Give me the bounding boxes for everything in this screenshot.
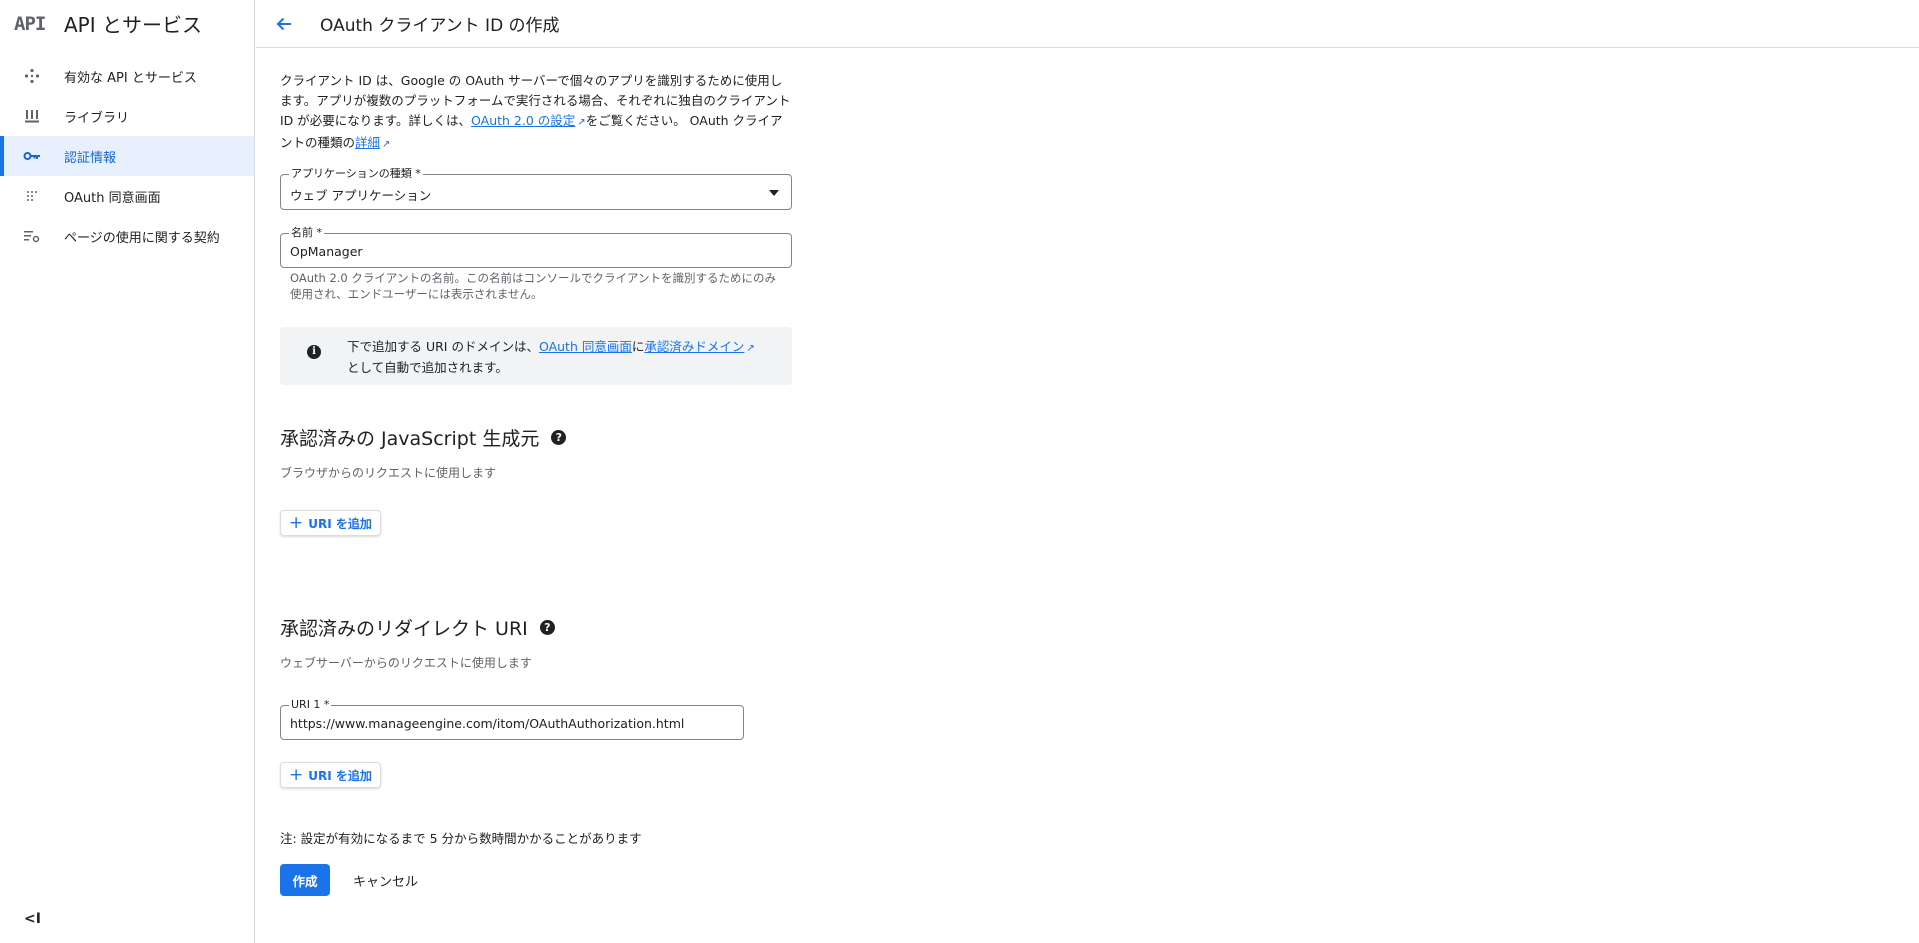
info-box: i 下で追加する URI のドメインは、OAuth 同意画面に承認済みドメイン ↗… xyxy=(280,327,792,385)
sidebar-title: API とサービス xyxy=(64,13,202,37)
oauth-consent-link[interactable]: OAuth 同意画面 xyxy=(539,339,632,354)
sidebar-item-page-usage-agreements[interactable]: ページの使用に関する契約 xyxy=(0,216,254,256)
create-button[interactable]: 作成 xyxy=(280,864,330,896)
name-hint: OAuth 2.0 クライアントの名前。この名前はコンソールでクライアントを識別… xyxy=(290,271,776,301)
external-link-icon: ↗ xyxy=(382,139,391,150)
name-value: OpManager xyxy=(290,244,363,259)
external-link-icon: ↗ xyxy=(577,117,586,128)
api-diamond-icon xyxy=(22,66,42,86)
sidebar-item-credentials[interactable]: 認証情報 xyxy=(0,136,254,176)
api-logo: API xyxy=(14,12,46,35)
app-type-select[interactable]: アプリケーションの種類 * ウェブ アプリケーション xyxy=(280,167,792,210)
redirect-uris-title-text: 承認済みのリダイレクト URI xyxy=(280,618,528,640)
add-uri-label: URI を追加 xyxy=(308,516,372,531)
sidebar-header: API API とサービス xyxy=(0,0,254,47)
add-redirect-uri-button[interactable]: + URI を追加 xyxy=(280,762,381,788)
app-type-value: ウェブ アプリケーション xyxy=(290,188,432,203)
js-origins-subtitle: ブラウザからのリクエストに使用します xyxy=(280,466,497,480)
help-icon[interactable]: ? xyxy=(539,620,555,635)
uri-1-value: https://www.manageengine.com/itom/OAuthA… xyxy=(290,716,685,731)
info-text-part: に xyxy=(631,339,645,354)
name-label: 名前 * xyxy=(289,226,324,240)
collapse-sidebar-icon[interactable]: <I xyxy=(24,911,41,927)
info-icon: i xyxy=(307,345,321,359)
dots-grid-icon xyxy=(22,186,42,206)
redirect-uri-1-field[interactable]: URI 1 * https://www.manageengine.com/ito… xyxy=(280,698,744,740)
info-text: 下で追加する URI のドメインは、OAuth 同意画面に承認済みドメイン ↗ と… xyxy=(347,337,755,377)
intro-text: クライアント ID は、Google の OAuth サーバーで個々のアプリを識… xyxy=(280,71,792,155)
details-link[interactable]: 詳細 xyxy=(355,135,380,150)
sidebar-nav: 有効な API とサービス ライブラリ 認証情報 OAuth 同意画面 ページの… xyxy=(0,56,254,256)
external-link-icon: ↗ xyxy=(746,343,755,354)
sidebar-item-library[interactable]: ライブラリ xyxy=(0,96,254,136)
info-text-part: として自動で追加されます。 xyxy=(347,360,508,375)
library-icon xyxy=(22,106,42,126)
name-field[interactable]: 名前 * OpManager xyxy=(280,226,792,268)
sidebar-item-label: ページの使用に関する契約 xyxy=(64,230,220,246)
page-title: OAuth クライアント ID の作成 xyxy=(320,16,560,36)
top-bar: OAuth クライアント ID の作成 xyxy=(256,0,1919,48)
authorized-domains-link[interactable]: 承認済みドメイン xyxy=(644,339,744,354)
settings-note: 注: 設定が有効になるまで 5 分から数時間かかることがあります xyxy=(280,831,642,846)
sidebar-item-label: 認証情報 xyxy=(64,150,117,166)
app-type-label: アプリケーションの種類 * xyxy=(289,167,423,181)
redirect-uris-title: 承認済みのリダイレクト URI ? xyxy=(280,614,555,641)
key-icon xyxy=(22,146,42,166)
settings-list-icon xyxy=(22,226,42,246)
sidebar-item-enabled-apis[interactable]: 有効な API とサービス xyxy=(0,56,254,96)
sidebar-item-label: OAuth 同意画面 xyxy=(64,190,161,206)
plus-icon: + xyxy=(289,512,304,533)
dropdown-arrow-icon xyxy=(769,190,779,196)
add-js-origin-uri-button[interactable]: + URI を追加 xyxy=(280,510,381,536)
info-text-part: 下で追加する URI のドメインは、 xyxy=(347,339,539,354)
sidebar-item-oauth-consent[interactable]: OAuth 同意画面 xyxy=(0,176,254,216)
sidebar: API API とサービス 有効な API とサービス ライブラリ 認証情報 O… xyxy=(0,0,255,943)
js-origins-title-text: 承認済みの JavaScript 生成元 xyxy=(280,428,540,450)
arrow-back-icon[interactable] xyxy=(266,6,302,42)
cancel-button[interactable]: キャンセル xyxy=(353,864,418,896)
add-uri-label: URI を追加 xyxy=(308,768,372,783)
uri-1-label: URI 1 * xyxy=(289,698,332,712)
help-icon[interactable]: ? xyxy=(551,430,567,445)
sidebar-item-label: 有効な API とサービス xyxy=(64,70,197,86)
plus-icon: + xyxy=(289,764,304,785)
redirect-uris-subtitle: ウェブサーバーからのリクエストに使用します xyxy=(280,656,532,670)
sidebar-item-label: ライブラリ xyxy=(64,110,130,126)
oauth-settings-link[interactable]: OAuth 2.0 の設定 xyxy=(471,113,575,128)
js-origins-title: 承認済みの JavaScript 生成元 ? xyxy=(280,424,567,451)
